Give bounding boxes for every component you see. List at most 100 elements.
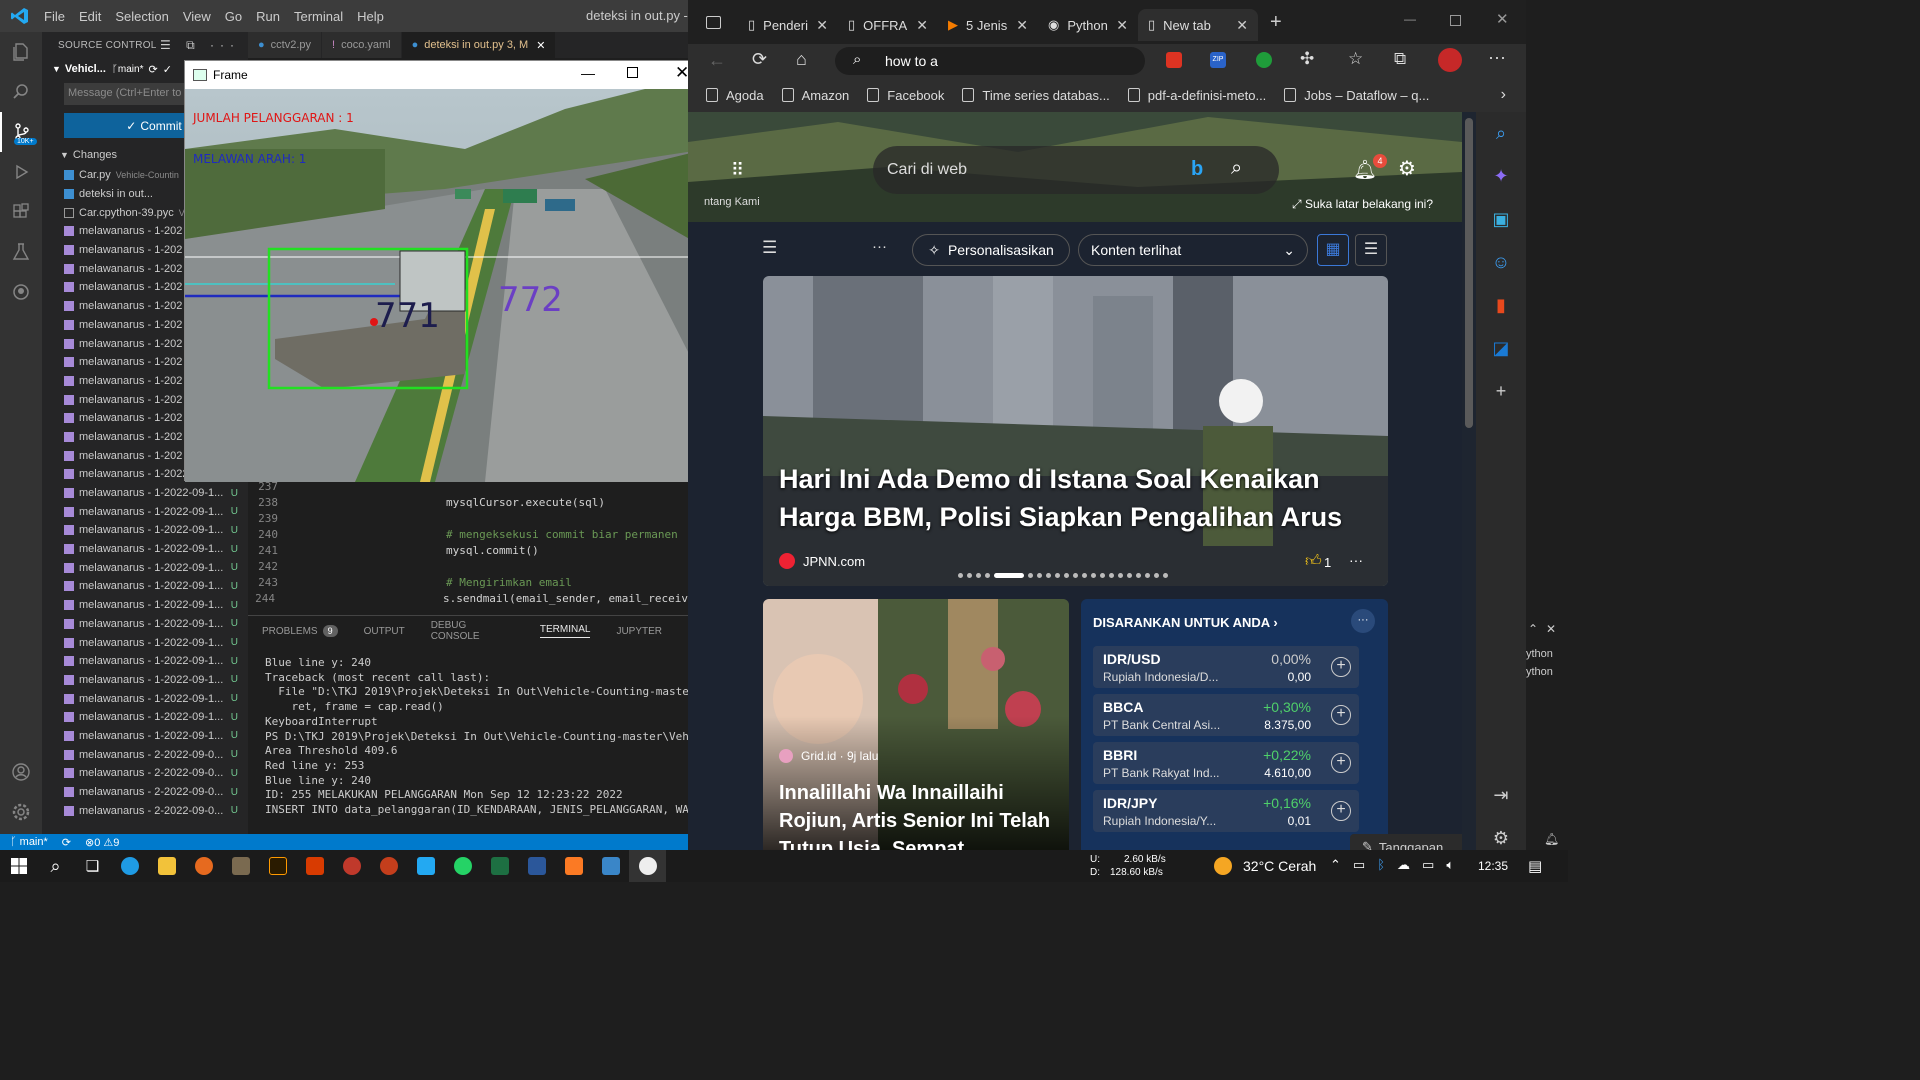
sync-icon[interactable]: ⟳ xyxy=(62,836,71,849)
add-stock-plus-icon[interactable]: + xyxy=(1331,753,1351,773)
close-icon[interactable]: ✕ xyxy=(1546,622,1556,636)
browser-tab[interactable]: ▶ 5 Jenis P ✕ xyxy=(938,9,1038,41)
bookmark-item[interactable]: Facebook xyxy=(867,88,944,103)
clock-time[interactable]: 12:35 xyxy=(1478,859,1508,873)
panel-tab-problems[interactable]: PROBLEMS 9 xyxy=(262,625,338,637)
changed-file-item[interactable]: melawanarus - 1-2022-09-1... U xyxy=(42,633,248,652)
tray-bluetooth-icon[interactable]: ᛒ xyxy=(1377,857,1385,873)
chevron-right-icon[interactable]: › xyxy=(1501,86,1506,104)
changed-file-item[interactable]: melawanarus - 1-2022-09-1... U xyxy=(42,521,248,540)
taskbar-python-icon[interactable] xyxy=(629,850,666,882)
terminal-output[interactable]: Blue line y: 240 Traceback (most recent … xyxy=(248,646,695,818)
browser-tab[interactable]: ▯ New tab ✕ xyxy=(1138,9,1258,41)
changed-file-item[interactable]: melawanarus - 1-2022-09-1... U xyxy=(42,484,248,503)
check-icon[interactable]: ✓ xyxy=(163,63,172,76)
start-windows-icon[interactable] xyxy=(0,850,37,882)
feed-more-icon[interactable]: ··· xyxy=(872,238,887,255)
window-minimize-icon[interactable]: — xyxy=(1404,12,1416,26)
sidebar-outlook-icon[interactable]: ◪ xyxy=(1476,327,1526,370)
extensions-puzzle-icon[interactable]: ✣ xyxy=(1300,49,1314,69)
sidebar-search-icon[interactable]: ⌕ xyxy=(1476,112,1526,155)
browser-tab[interactable]: ▯ OFFRAM ✕ xyxy=(838,9,938,41)
changed-file-item[interactable]: melawanarus - 1-2022-09-1... U xyxy=(42,615,248,634)
stock-item[interactable]: BBCA PT Bank Central Asi... +0,30% 8.375,00… xyxy=(1093,694,1359,736)
taskbar-vscode-icon[interactable] xyxy=(407,850,444,882)
collections-icon[interactable]: ⧉ xyxy=(1394,49,1406,69)
weather-sun-icon[interactable] xyxy=(1214,857,1232,875)
editor-tab[interactable]: ● deteksi in out.py 3, M ✕ xyxy=(401,32,557,58)
url-input[interactable]: ⌕ how to a xyxy=(835,47,1145,75)
news-card-2[interactable]: Grid.id · 9j lalu Innalillahi Wa Innaill… xyxy=(763,599,1069,850)
menu-terminal[interactable]: Terminal xyxy=(294,9,343,24)
accounts-icon[interactable] xyxy=(0,752,42,792)
more-menu-icon[interactable]: ··· xyxy=(1488,47,1506,68)
changed-file-item[interactable]: melawanarus - 1-2022-09-1... U xyxy=(42,577,248,596)
bookmark-item[interactable]: Time series databas... xyxy=(962,88,1110,103)
tray-volume-icon[interactable]: 🔈︎ xyxy=(1446,857,1454,873)
changed-file-item[interactable]: melawanarus - 1-2022-09-1... U xyxy=(42,596,248,615)
changed-file-item[interactable]: melawanarus - 2-2022-09-0... U xyxy=(42,801,248,820)
changed-file-item[interactable]: melawanarus - 1-2022-09-1... U xyxy=(42,540,248,559)
taskbar-app3-icon[interactable] xyxy=(592,850,629,882)
status-branch[interactable]: ᚴ main* xyxy=(10,836,48,848)
changed-file-item[interactable]: melawanarus - 1-2022-09-1... U xyxy=(42,652,248,671)
taskbar-xampp-icon[interactable] xyxy=(555,850,592,882)
tab-actions-icon[interactable] xyxy=(688,15,738,29)
panel-tab-jupyter[interactable]: JUPYTER xyxy=(616,626,662,637)
taskbar-excel-icon[interactable] xyxy=(481,850,518,882)
favorites-star-icon[interactable]: ☆ xyxy=(1348,49,1363,69)
stock-item[interactable]: BBRI PT Bank Rakyat Ind... +0,22% 4.610,00 + xyxy=(1093,742,1359,784)
taskbar-edge-icon[interactable] xyxy=(111,850,148,882)
about-link[interactable]: ntang Kami xyxy=(704,196,760,208)
profile-avatar[interactable] xyxy=(1438,48,1462,72)
taskbar-illustrator-icon[interactable] xyxy=(259,850,296,882)
taskbar-app2-icon[interactable] xyxy=(333,850,370,882)
close-icon[interactable]: ✕ xyxy=(816,17,828,34)
background-question[interactable]: ⤢ Suka latar belakang ini? xyxy=(1292,197,1433,212)
back-arrow-icon[interactable]: ← xyxy=(708,50,726,71)
sidebar-copilot-icon[interactable]: ✦ xyxy=(1476,155,1526,198)
strip-item-1[interactable]: ython xyxy=(1526,648,1553,660)
add-stock-plus-icon[interactable]: + xyxy=(1331,801,1351,821)
weather-text[interactable]: 32°C Cerah xyxy=(1243,858,1316,874)
menu-go[interactable]: Go xyxy=(225,9,242,24)
stocks-title[interactable]: DISARANKAN UNTUK ANDA › xyxy=(1093,615,1278,630)
changed-file-item[interactable]: melawanarus - 1-2022-09-1... U xyxy=(42,671,248,690)
settings-gear-icon[interactable]: ⚙ xyxy=(1398,156,1416,181)
search-icon[interactable] xyxy=(0,72,42,112)
taskbar-word-icon[interactable] xyxy=(518,850,555,882)
manage-gear-icon[interactable] xyxy=(0,792,42,832)
changed-file-item[interactable]: melawanarus - 1-2022-09-1... U xyxy=(42,689,248,708)
source-control-icon[interactable]: 10K+ xyxy=(0,112,42,152)
browser-tab[interactable]: ▯ Penderit ✕ xyxy=(738,9,838,41)
changed-file-item[interactable]: melawanarus - 2-2022-09-0... U xyxy=(42,764,248,783)
taskbar-office-icon[interactable] xyxy=(296,850,333,882)
add-stock-plus-icon[interactable]: + xyxy=(1331,657,1351,677)
run-debug-icon[interactable] xyxy=(0,152,42,192)
tray-battery-icon[interactable]: ▭ xyxy=(1422,857,1434,873)
apps-grid-icon[interactable]: ⠿ xyxy=(731,160,744,181)
action-center-icon[interactable]: ▤ xyxy=(1528,857,1542,875)
changed-file-item[interactable]: melawanarus - 1-2022-09-1... U xyxy=(42,502,248,521)
close-icon[interactable]: ✕ xyxy=(1116,17,1128,34)
tray-chevron-up-icon[interactable]: ⌃ xyxy=(1330,857,1341,873)
taskbar-app-icon[interactable] xyxy=(222,850,259,882)
search-icon[interactable]: ⌕ xyxy=(1231,157,1242,180)
explorer-icon[interactable] xyxy=(0,32,42,72)
home-icon[interactable]: ⌂ xyxy=(796,49,807,70)
menu-run[interactable]: Run xyxy=(256,9,280,24)
bookmark-item[interactable]: pdf-a-definisi-meto... xyxy=(1127,88,1266,103)
sidebar-office-icon[interactable]: ▮ xyxy=(1476,284,1526,327)
taskbar-whatsapp-icon[interactable] xyxy=(444,850,481,882)
sidebar-actions[interactable]: ☰ ⧉ ··· xyxy=(160,38,240,53)
sidebar-hide-icon[interactable]: ⇥ xyxy=(1476,774,1526,817)
editor-tab[interactable]: ● cctv2.py xyxy=(248,32,323,58)
content-visibility-select[interactable]: Konten terlihat ⌄ xyxy=(1078,234,1308,266)
thumbs-up-icon[interactable]: 👍︎ xyxy=(1305,552,1322,571)
close-icon[interactable]: ✕ xyxy=(536,39,545,52)
personalize-button[interactable]: ✧ Personalisasikan xyxy=(912,234,1070,266)
stock-item[interactable]: IDR/JPY Rupiah Indonesia/Y... +0,16% 0,01 + xyxy=(1093,790,1359,832)
sidebar-shopping-icon[interactable]: ▣ xyxy=(1476,198,1526,241)
status-problems[interactable]: ⊗0 ⚠9 xyxy=(85,836,119,849)
code-editor[interactable]: 237 238 mysqlCursor.execute(sql) 239 240 # me… xyxy=(248,480,688,615)
